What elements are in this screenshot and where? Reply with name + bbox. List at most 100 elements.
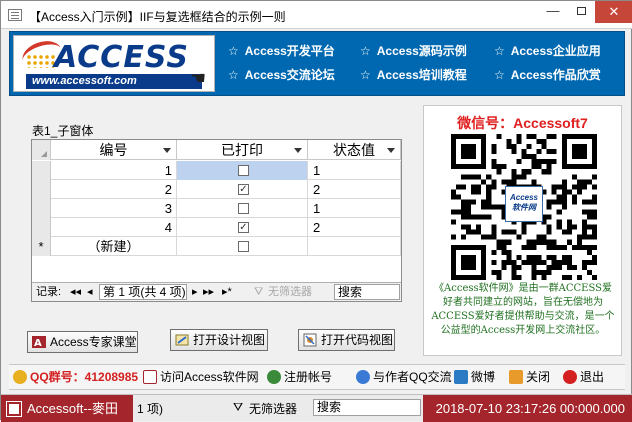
open-design-view-button[interactable]: 打开设计视图 (170, 329, 268, 351)
link-showcase[interactable]: ☆ Access作品欣赏 (494, 66, 601, 83)
wechat-id: 微信号：Accessoft7 (457, 115, 588, 131)
register-link[interactable]: 注册帐号 (267, 369, 332, 385)
form-icon (8, 9, 22, 21)
subform-label: 表1_子窗体 (32, 124, 94, 138)
cell-printed[interactable] (177, 237, 308, 256)
maximize-button[interactable] (567, 1, 595, 23)
link-dev-platform[interactable]: ☆ Access开发平台 (228, 42, 335, 59)
status-search-input[interactable]: 搜索 (313, 399, 421, 416)
datetime-display: 2018-07-10 23:17:26 00:000.000 (423, 395, 632, 422)
filter-icon: ⛛ (254, 286, 264, 298)
link-forum[interactable]: ☆ Access交流论坛 (228, 66, 335, 83)
record-label: 记录: (36, 286, 62, 298)
cell-status[interactable] (308, 237, 401, 256)
datasheet-header: 编号 已打印 状态值 (32, 140, 401, 160)
minimize-button[interactable]: — (539, 1, 567, 23)
svg-text:A: A (34, 338, 42, 349)
new-record-button[interactable]: ▸* (222, 285, 232, 299)
printed-checkbox[interactable]: ✓ (238, 184, 249, 195)
cell-id[interactable]: 1 (51, 161, 177, 180)
cell-id[interactable]: 2 (51, 180, 177, 199)
printed-checkbox[interactable] (238, 165, 249, 176)
cell-status[interactable]: 2 (308, 180, 401, 199)
expert-class-button[interactable]: A Access专家课堂 (27, 331, 138, 353)
qr-code: Access 软件网 (451, 134, 597, 280)
table-row[interactable]: 4 ✓ 2 (32, 218, 401, 237)
record-selector[interactable] (32, 199, 51, 218)
chevron-down-icon[interactable] (387, 148, 395, 153)
link-enterprise[interactable]: ☆ Access企业应用 (494, 42, 601, 59)
close-window-button[interactable]: ✕ (595, 1, 632, 23)
next-record-button[interactable]: ▸ (192, 285, 198, 299)
filter-icon: ⛛ (233, 400, 244, 414)
open-code-view-button[interactable]: 打开代码视图 (298, 329, 395, 351)
record-position[interactable]: 第 1 项(共 4 项) (99, 284, 187, 300)
column-header-printed[interactable]: 已打印 (177, 140, 308, 160)
weibo-icon (454, 370, 468, 384)
first-record-button[interactable]: ◂◂ (70, 285, 81, 299)
status-filter[interactable]: 无筛选器 (249, 400, 297, 417)
new-record-row[interactable]: * （新建） (32, 237, 401, 256)
chevron-down-icon[interactable] (163, 148, 171, 153)
qr-center-logo: Access 软件网 (505, 186, 543, 222)
main-window: 【Access入门示例】IIF与复选框结合的示例一则 — ✕ ACCESS ww… (0, 0, 632, 422)
access-app-icon: A (32, 336, 46, 349)
record-selector[interactable] (32, 218, 51, 237)
record-navigation-bar: 记录: ◂◂ ◂ 第 1 项(共 4 项) ▸ ▸▸ ▸* ⛛ 无筛选器 搜索 (32, 282, 401, 301)
link-training[interactable]: ☆ Access培训教程 (360, 66, 467, 83)
record-selector[interactable] (32, 180, 51, 199)
window-title: 【Access入门示例】IIF与复选框结合的示例一则 (29, 10, 286, 24)
taskbar-app-button[interactable]: Accessoft--麥田 (1, 395, 133, 422)
footer-link-bar: QQ群号：41208985 访问Access软件网 注册帐号 与作者QQ交流 微… (9, 364, 625, 390)
cell-id[interactable]: 4 (51, 218, 177, 237)
info-panel: 微信号：Accessoft7 Access 软件网 《Access软件网》是由一群… (423, 105, 622, 356)
link-source-samples[interactable]: ☆ Access源码示例 (360, 42, 467, 59)
column-header-id[interactable]: 编号 (51, 140, 177, 160)
close-form-icon (509, 370, 523, 384)
design-ruler-icon (175, 334, 189, 346)
table-row[interactable]: 2 ✓ 2 (32, 180, 401, 199)
access-site-icon (143, 370, 157, 384)
column-header-status[interactable]: 状态值 (308, 140, 401, 160)
qq-group-link[interactable]: QQ群号：41208985 (13, 369, 138, 385)
title-bar: 【Access入门示例】IIF与复选框结合的示例一则 — ✕ (1, 1, 632, 29)
code-view-icon (303, 333, 317, 347)
search-input[interactable]: 搜索 (334, 284, 400, 300)
prev-record-button[interactable]: ◂ (87, 285, 93, 299)
exit-icon (563, 370, 577, 384)
site-description: 《Access软件网》是由一群ACCESS爱好者共同建立的网站，旨在无偿地为AC… (431, 283, 615, 336)
chevron-down-icon[interactable] (294, 148, 302, 153)
star-icon: ☆ (494, 68, 505, 82)
star-icon: ☆ (228, 68, 239, 82)
no-filter-button[interactable]: 无筛选器 (268, 285, 312, 299)
cell-printed[interactable]: ✓ (177, 180, 308, 199)
cell-status[interactable]: 1 (308, 161, 401, 180)
weibo-link[interactable]: 微博 (454, 369, 495, 385)
close-form-button[interactable]: 关闭 (509, 369, 550, 385)
status-record-fragment: 1 项) (137, 402, 164, 416)
table-row[interactable]: 3 1 (32, 199, 401, 218)
cell-printed[interactable] (177, 199, 308, 218)
access-app-icon (6, 401, 22, 417)
chat-author-link[interactable]: 与作者QQ交流 (356, 369, 452, 385)
cell-status[interactable]: 1 (308, 199, 401, 218)
header-banner: ACCESS www.accessoft.com ☚ ☆ Access开发平台 ☆… (9, 31, 625, 96)
exit-button[interactable]: 退出 (563, 369, 604, 385)
printed-checkbox[interactable]: ✓ (238, 222, 249, 233)
chat-users-icon (356, 370, 370, 384)
printed-checkbox[interactable] (238, 203, 249, 214)
access-logo[interactable]: ACCESS www.accessoft.com ☚ (13, 35, 215, 92)
cell-id[interactable]: 3 (51, 199, 177, 218)
visit-site-link[interactable]: 访问Access软件网 (143, 369, 259, 385)
record-selector[interactable] (32, 161, 51, 180)
printed-checkbox[interactable] (238, 241, 249, 252)
cell-printed[interactable] (177, 161, 308, 180)
table-row[interactable]: 1 1 (32, 161, 401, 180)
last-record-button[interactable]: ▸▸ (203, 285, 214, 299)
select-all-corner[interactable] (32, 140, 51, 160)
status-bar: Accessoft--麥田 1 项) ⛛ 无筛选器 搜索 2018-07-10 … (1, 394, 632, 422)
cell-status[interactable]: 2 (308, 218, 401, 237)
cell-printed[interactable]: ✓ (177, 218, 308, 237)
new-record-label[interactable]: （新建） (51, 237, 177, 256)
hand-pointer-icon: ☚ (190, 68, 207, 88)
